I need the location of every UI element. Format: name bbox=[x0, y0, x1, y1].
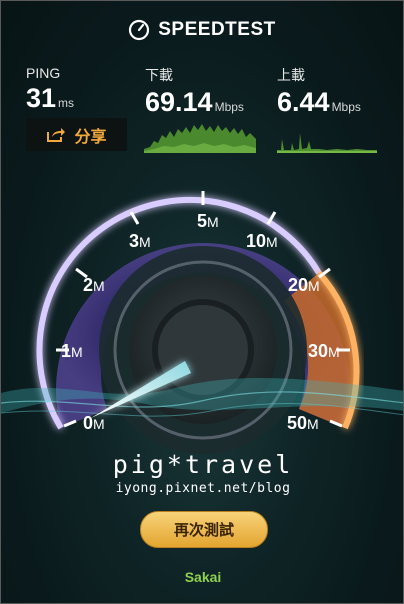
upload-graph bbox=[277, 133, 377, 153]
upload-value: 6.44 bbox=[277, 87, 330, 117]
ping-value: 31 bbox=[26, 83, 57, 113]
speed-gauge: 0M 1M 2M 3M 5M 10M 20M 30M 50M bbox=[1, 191, 403, 454]
share-button[interactable]: 分享 bbox=[26, 118, 127, 151]
download-unit: Mbps bbox=[214, 100, 244, 114]
ping-stat: PING 31 ms bbox=[26, 65, 74, 114]
download-graph bbox=[144, 124, 256, 153]
tick-label-50: 50M bbox=[287, 413, 319, 433]
tick-label-3: 3M bbox=[129, 231, 151, 251]
app-title: SPEEDTEST bbox=[158, 19, 276, 40]
download-value: 69.14 bbox=[145, 87, 213, 117]
watermark-main: pig*travel bbox=[112, 450, 294, 479]
tick-label-0: 0M bbox=[83, 413, 105, 433]
blog-watermark: pig*travel iyong.pixnet.net/blog bbox=[1, 450, 403, 496]
download-stat: 下載 69.14 Mbps bbox=[145, 65, 244, 118]
tick-label-5: 5M bbox=[197, 211, 219, 231]
app-header: SPEEDTEST bbox=[1, 13, 403, 47]
upload-stat: 上載 6.44 Mbps bbox=[277, 65, 361, 118]
ping-unit: ms bbox=[58, 96, 75, 110]
tick-label-20: 20M bbox=[288, 275, 320, 295]
retest-label: 再次測試 bbox=[173, 521, 234, 539]
tick-label-30: 30M bbox=[308, 341, 340, 361]
ping-label: PING bbox=[26, 65, 61, 81]
download-label: 下載 bbox=[145, 67, 173, 83]
gauge-icon bbox=[129, 19, 150, 41]
retest-button[interactable]: 再次測試 bbox=[140, 511, 268, 548]
tick-label-2: 2M bbox=[83, 275, 105, 295]
upload-label: 上載 bbox=[277, 67, 305, 83]
server-name[interactable]: Sakai bbox=[1, 569, 403, 585]
app-screen: SPEEDTEST PING 31 ms 下載 69.14 Mbps 上載 6.44… bbox=[0, 0, 404, 604]
tick-label-10: 10M bbox=[246, 231, 278, 251]
upload-unit: Mbps bbox=[331, 100, 361, 114]
watermark-sub: iyong.pixnet.net/blog bbox=[115, 481, 291, 496]
share-arrow-icon bbox=[47, 127, 66, 142]
tick-label-1: 1M bbox=[61, 341, 83, 361]
share-label: 分享 bbox=[74, 126, 107, 146]
